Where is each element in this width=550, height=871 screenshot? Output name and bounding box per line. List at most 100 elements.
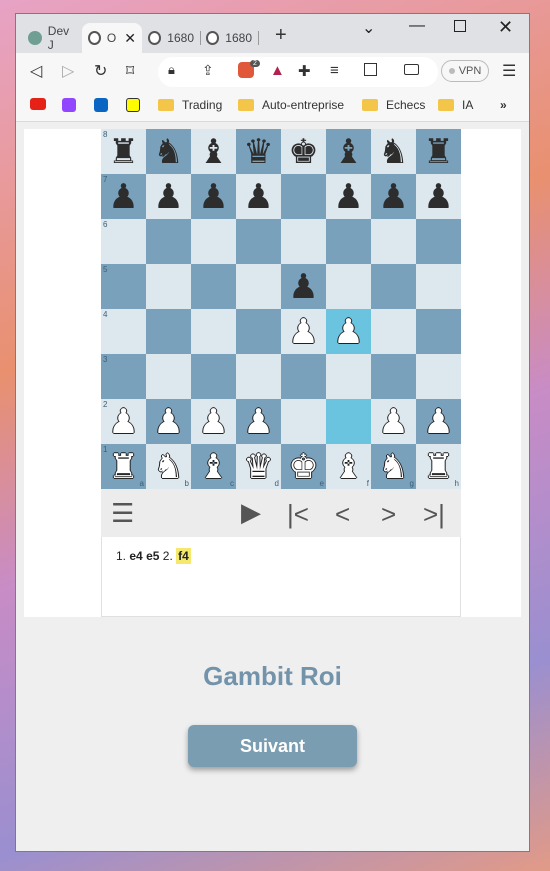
address-bar[interactable]: 🔒︎ ⇪ 2 ▲ ✚ ≡ xyxy=(158,57,438,87)
black-pawn-icon[interactable]: ♟ xyxy=(423,180,453,214)
white-pawn-icon[interactable]: ♟ xyxy=(333,315,363,349)
square-a5[interactable]: 5 xyxy=(101,264,146,309)
square-h1[interactable]: h ♜ xyxy=(416,444,461,489)
square-a8[interactable]: 8 ♜ xyxy=(101,129,146,174)
youtube-icon[interactable] xyxy=(30,98,46,110)
snapchat-icon[interactable] xyxy=(126,98,140,112)
white-queen-icon[interactable]: ♛ xyxy=(243,450,273,484)
black-bishop-icon[interactable]: ♝ xyxy=(198,135,228,169)
extensions-icon[interactable]: ✚ xyxy=(298,62,311,80)
twitch-icon[interactable] xyxy=(62,98,76,112)
white-pawn-icon[interactable]: ♟ xyxy=(243,405,273,439)
square-a1[interactable]: 1 a ♜ xyxy=(101,444,146,489)
square-f1[interactable]: f ♝ xyxy=(326,444,371,489)
square-b2[interactable]: ♟ xyxy=(146,399,191,444)
square-d4[interactable] xyxy=(236,309,281,354)
more-bookmarks-icon[interactable]: » xyxy=(500,98,507,112)
black-pawn-icon[interactable]: ♟ xyxy=(153,180,183,214)
square-a6[interactable]: 6 xyxy=(101,219,146,264)
white-king-icon[interactable]: ♚ xyxy=(288,450,318,484)
share-icon[interactable]: ⇪ xyxy=(202,62,214,79)
black-bishop-icon[interactable]: ♝ xyxy=(333,135,363,169)
square-g6[interactable] xyxy=(371,219,416,264)
white-rook-icon[interactable]: ♜ xyxy=(108,450,138,484)
black-knight-icon[interactable]: ♞ xyxy=(153,135,183,169)
square-d7[interactable]: ♟ xyxy=(236,174,281,219)
square-a2[interactable]: 2 ♟ xyxy=(101,399,146,444)
square-c1[interactable]: c ♝ xyxy=(191,444,236,489)
square-a7[interactable]: 7 ♟ xyxy=(101,174,146,219)
white-pawn-icon[interactable]: ♟ xyxy=(423,405,453,439)
square-g4[interactable] xyxy=(371,309,416,354)
square-b4[interactable] xyxy=(146,309,191,354)
close-window-icon[interactable]: ✕ xyxy=(498,17,513,38)
tab-2-active[interactable]: O ✕ xyxy=(82,23,142,53)
tab-1[interactable]: Dev J xyxy=(22,23,85,53)
brave-rewards-icon[interactable]: ▲ xyxy=(270,62,285,79)
white-pawn-icon[interactable]: ♟ xyxy=(198,405,228,439)
square-e3[interactable] xyxy=(281,354,326,399)
move-current[interactable]: f4 xyxy=(176,548,191,564)
square-g8[interactable]: ♞ xyxy=(371,129,416,174)
white-pawn-icon[interactable]: ♟ xyxy=(108,405,138,439)
vpn-button[interactable]: VPN xyxy=(441,60,489,82)
next-move-icon[interactable]: > xyxy=(381,499,396,530)
square-b3[interactable] xyxy=(146,354,191,399)
minimize-icon[interactable]: — xyxy=(409,17,425,35)
square-e4[interactable]: ♟ xyxy=(281,309,326,354)
square-h8[interactable]: ♜ xyxy=(416,129,461,174)
square-e8[interactable]: ♚ xyxy=(281,129,326,174)
square-a3[interactable]: 3 xyxy=(101,354,146,399)
black-pawn-icon[interactable]: ♟ xyxy=(288,270,318,304)
linkedin-icon[interactable] xyxy=(94,98,108,112)
forward-icon[interactable]: ▷ xyxy=(62,61,74,81)
square-h6[interactable] xyxy=(416,219,461,264)
white-rook-icon[interactable]: ♜ xyxy=(423,450,453,484)
square-b5[interactable] xyxy=(146,264,191,309)
square-b7[interactable]: ♟ xyxy=(146,174,191,219)
menu-icon[interactable]: ☰ xyxy=(502,61,516,81)
black-pawn-icon[interactable]: ♟ xyxy=(378,180,408,214)
square-g1[interactable]: g ♞ xyxy=(371,444,416,489)
move-black[interactable]: e5 xyxy=(146,549,159,563)
black-knight-icon[interactable]: ♞ xyxy=(378,135,408,169)
white-pawn-icon[interactable]: ♟ xyxy=(378,405,408,439)
black-rook-icon[interactable]: ♜ xyxy=(108,135,138,169)
bookmark-folder-trading[interactable]: Trading xyxy=(158,98,222,112)
tab-3[interactable]: 1680 xyxy=(142,23,201,53)
maximize-icon[interactable] xyxy=(454,20,466,32)
black-pawn-icon[interactable]: ♟ xyxy=(108,180,138,214)
square-e7[interactable] xyxy=(281,174,326,219)
square-f4[interactable]: ♟ xyxy=(326,309,371,354)
reload-icon[interactable]: ↻ xyxy=(94,61,107,81)
black-pawn-icon[interactable]: ♟ xyxy=(243,180,273,214)
lock-icon[interactable]: 🔒︎ xyxy=(168,62,175,78)
square-d6[interactable] xyxy=(236,219,281,264)
square-h3[interactable] xyxy=(416,354,461,399)
square-d2[interactable]: ♟ xyxy=(236,399,281,444)
white-bishop-icon[interactable]: ♝ xyxy=(198,450,228,484)
chess-board[interactable]: 8 ♜ ♞ ♝ ♛ ♚ ♝ ♞ ♜ 7 ♟ ♟ ♟ ♟ ♟ ♟ ♟ 6 5 ♟ 4 ♟ ♟ 3 2 ♟ ♟ ♟ ♟ ♟ ♟ 1 a ♜ b ♞ c ♝ d ♛… xyxy=(101,129,461,489)
white-pawn-icon[interactable]: ♟ xyxy=(288,315,318,349)
square-b8[interactable]: ♞ xyxy=(146,129,191,174)
square-b6[interactable] xyxy=(146,219,191,264)
square-f2[interactable] xyxy=(326,399,371,444)
white-knight-icon[interactable]: ♞ xyxy=(153,450,183,484)
square-g3[interactable] xyxy=(371,354,416,399)
close-tab-icon[interactable]: ✕ xyxy=(124,30,136,47)
next-button[interactable]: Suivant xyxy=(188,725,357,767)
black-pawn-icon[interactable]: ♟ xyxy=(198,180,228,214)
first-move-icon[interactable]: |< xyxy=(287,499,309,530)
square-c5[interactable] xyxy=(191,264,236,309)
bookmark-folder-echecs[interactable]: Echecs xyxy=(362,98,425,112)
sidebar-icon[interactable] xyxy=(364,63,377,76)
square-g5[interactable] xyxy=(371,264,416,309)
square-e5[interactable]: ♟ xyxy=(281,264,326,309)
square-f8[interactable]: ♝ xyxy=(326,129,371,174)
black-pawn-icon[interactable]: ♟ xyxy=(333,180,363,214)
square-f6[interactable] xyxy=(326,219,371,264)
black-rook-icon[interactable]: ♜ xyxy=(423,135,453,169)
square-f5[interactable] xyxy=(326,264,371,309)
square-e6[interactable] xyxy=(281,219,326,264)
square-c4[interactable] xyxy=(191,309,236,354)
